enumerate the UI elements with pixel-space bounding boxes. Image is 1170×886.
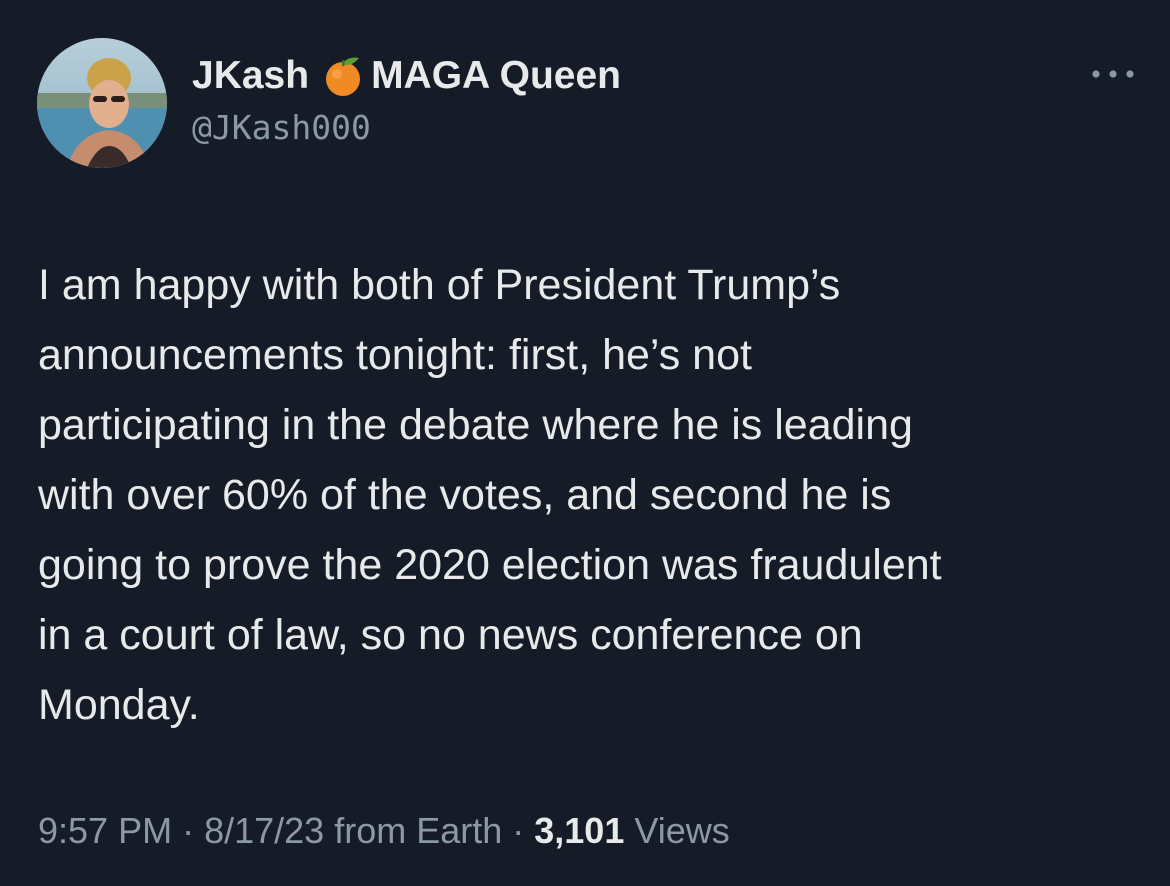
views-count: 3,101	[534, 810, 625, 851]
tweet-text: I am happy with both of President Trump’…	[38, 261, 942, 729]
tweet-source: from Earth	[324, 810, 503, 851]
user-handle[interactable]: @JKash000	[192, 108, 621, 147]
avatar[interactable]	[37, 38, 167, 168]
display-name[interactable]: JKash MAGA Queen	[192, 50, 621, 102]
meta-separator: ·	[502, 810, 535, 851]
tweet-time[interactable]: 9:57 PM	[38, 810, 172, 851]
tweet-date[interactable]: 8/17/23	[204, 810, 324, 851]
more-options-icon[interactable]	[1088, 66, 1138, 82]
tweet-card: JKash MAGA Queen @JKash000 I am happy wi…	[0, 0, 1170, 886]
author-block: JKash MAGA Queen @JKash000	[192, 50, 621, 147]
tangerine-icon	[321, 54, 365, 98]
views-label: Views	[624, 810, 730, 851]
meta-separator: ·	[172, 810, 205, 851]
tweet-meta: 9:57 PM · 8/17/23 from Earth · 3,101 Vie…	[38, 810, 730, 852]
display-name-part2[interactable]: MAGA Queen	[371, 54, 621, 98]
display-name-part1[interactable]: JKash	[192, 54, 309, 98]
